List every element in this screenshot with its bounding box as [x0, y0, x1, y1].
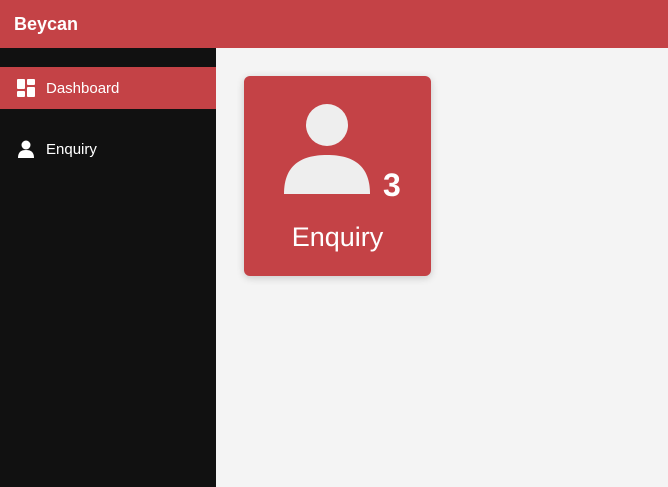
- sidebar-item-label: Enquiry: [46, 140, 97, 158]
- dashboard-icon: [16, 78, 36, 98]
- sidebar-item-enquiry[interactable]: Enquiry: [0, 128, 216, 170]
- sidebar-item-dashboard[interactable]: Dashboard: [0, 67, 216, 109]
- enquiry-card[interactable]: 3 Enquiry: [244, 76, 431, 276]
- sidebar-item-label: Dashboard: [46, 79, 120, 97]
- main-content: 3 Enquiry: [216, 48, 668, 487]
- enquiry-card-label: Enquiry: [291, 222, 384, 252]
- user-icon: [16, 139, 36, 159]
- sidebar: Dashboard Enquiry: [0, 48, 216, 487]
- app-header: Beycan: [0, 0, 668, 48]
- enquiry-count: 3: [383, 167, 401, 203]
- app-title: Beycan: [14, 13, 79, 34]
- user-icon: [284, 104, 370, 194]
